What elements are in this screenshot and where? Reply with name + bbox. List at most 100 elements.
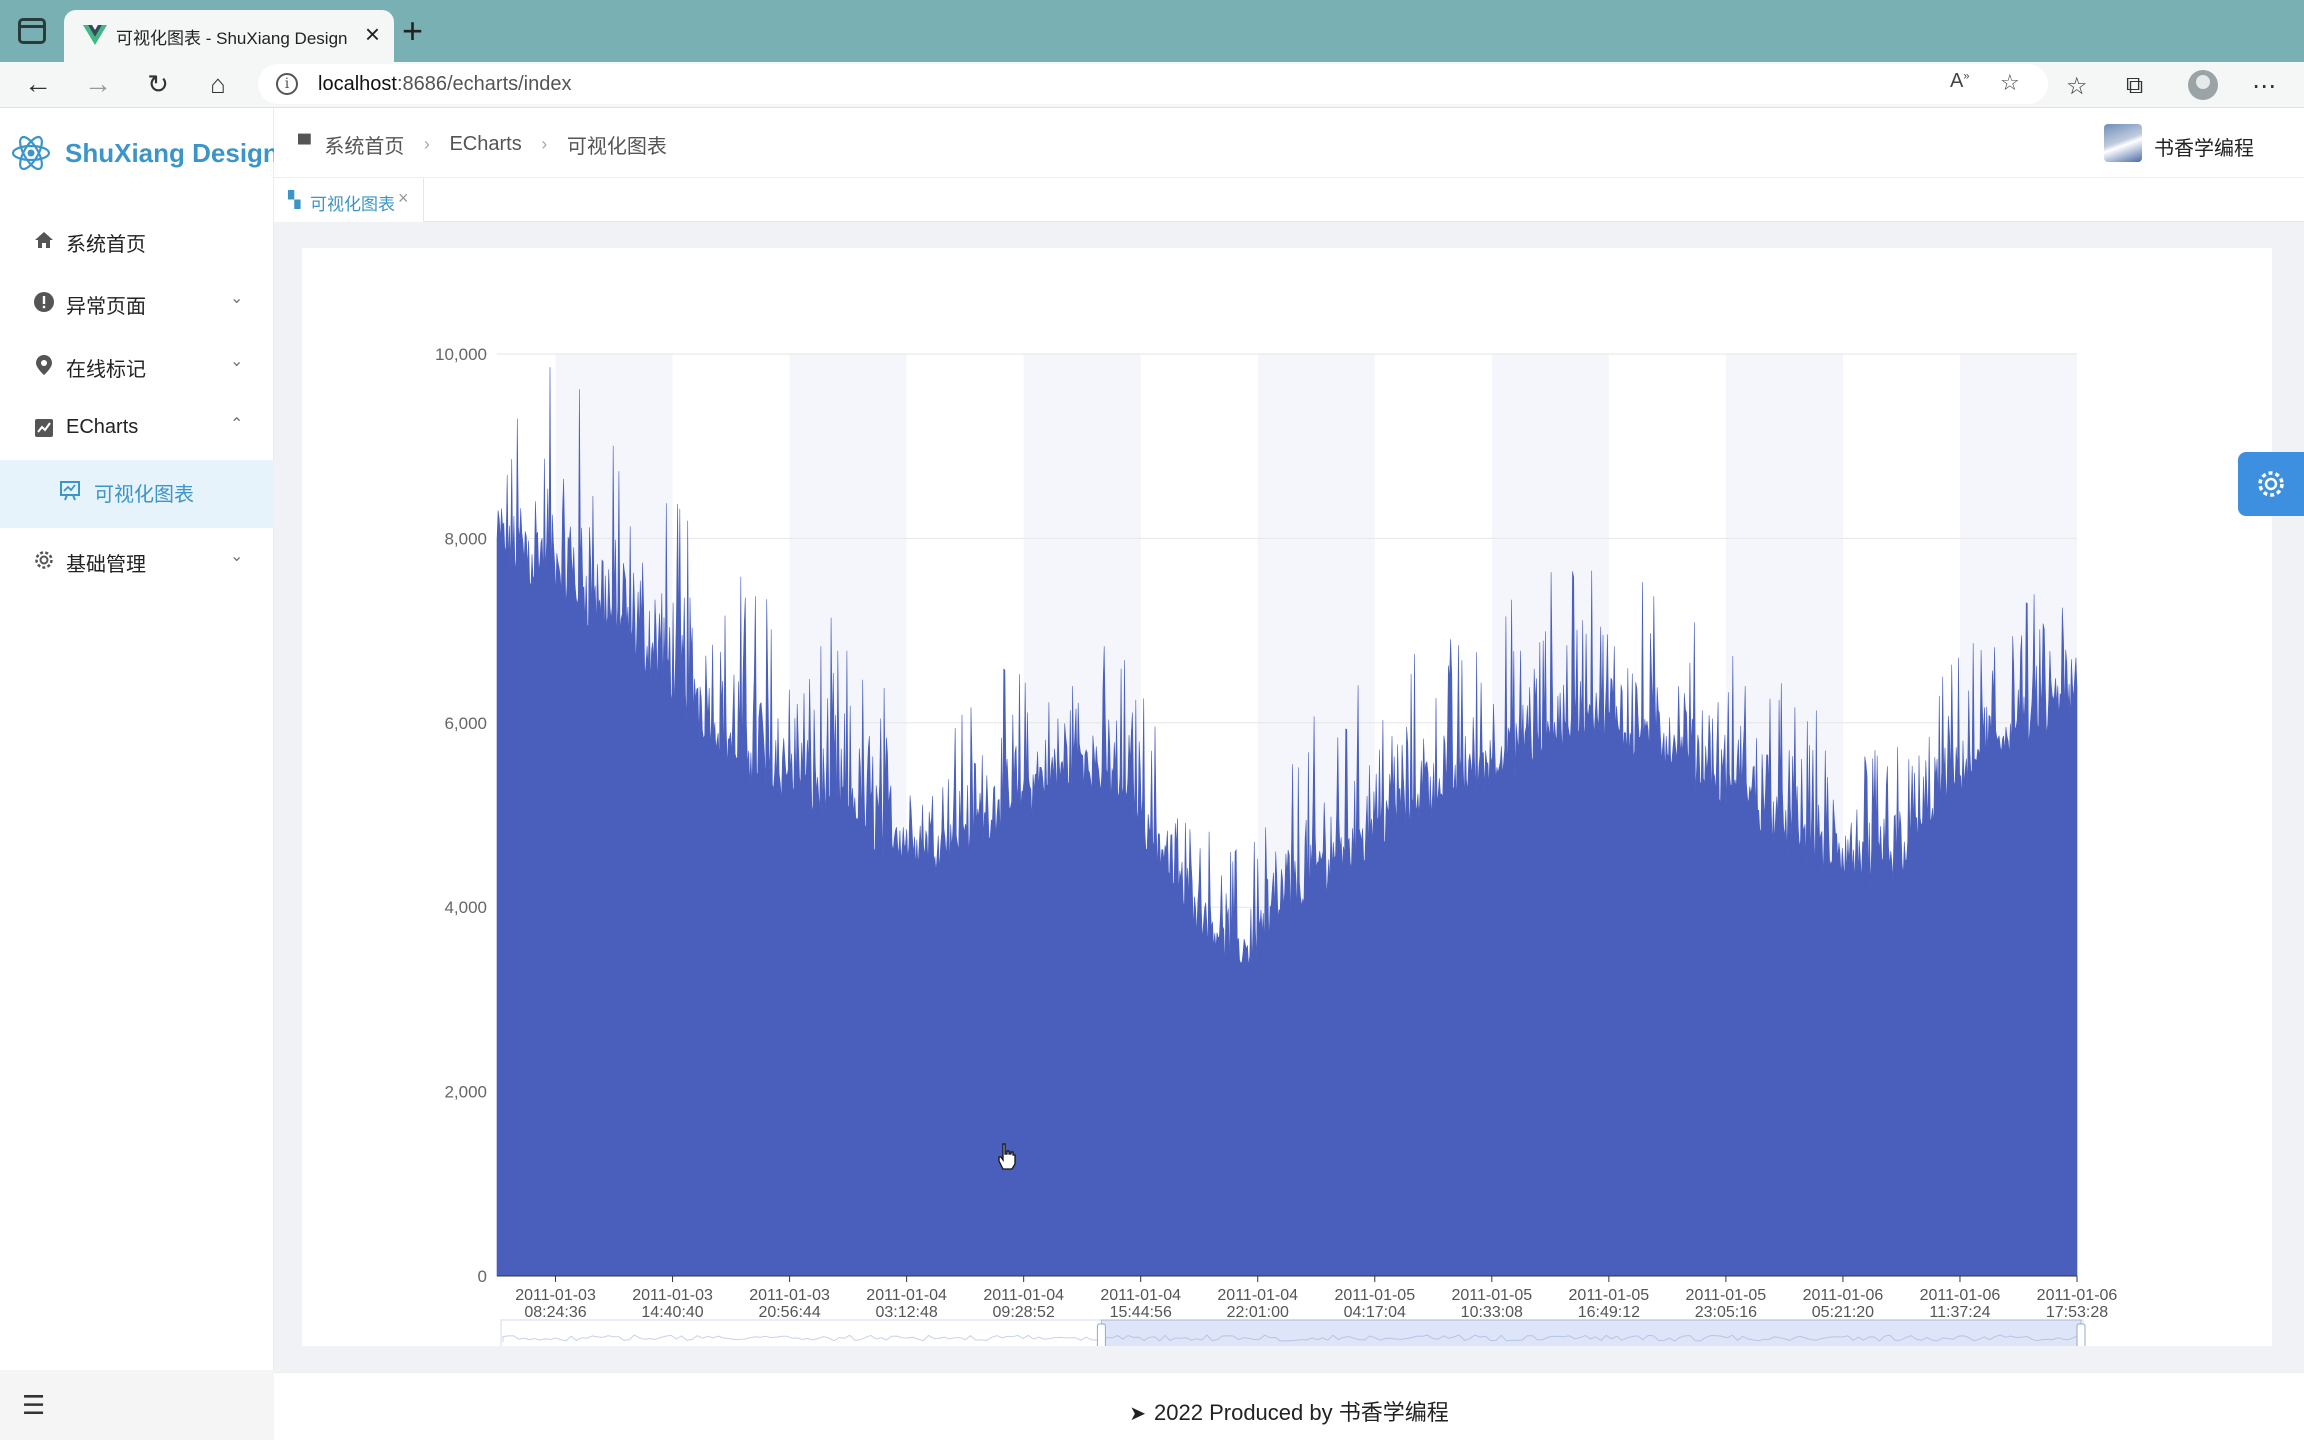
x-tick-label: 10:33:08	[1461, 1304, 1523, 1321]
vue-logo-icon	[83, 25, 107, 45]
location-pin-icon	[32, 354, 56, 378]
x-tick-label: 11:37:24	[1929, 1304, 1990, 1321]
sidebar-item-label: 可视化图表	[94, 484, 194, 506]
sidebar-toggle-icon[interactable]	[18, 18, 46, 44]
data-zoom-handle-right[interactable]	[2076, 1323, 2086, 1346]
add-favorite-icon[interactable]: ☆	[2000, 70, 2020, 96]
browser-tab-bar: 可视化图表 - ShuXiang Design × +	[0, 0, 2304, 62]
sidebar-item-basic-management[interactable]: 基础管理 ⌄	[0, 530, 274, 592]
url-field[interactable]: i localhost:8686/echarts/index A» ☆	[258, 64, 2048, 104]
x-tick-label: 2011-01-03	[632, 1287, 713, 1304]
gear-icon	[32, 549, 56, 573]
url-text: localhost:8686/echarts/index	[318, 73, 572, 95]
avatar[interactable]	[2104, 124, 2142, 162]
sidebar-item-visual-charts[interactable]: 可视化图表	[0, 460, 274, 528]
y-tick-label: 4,000	[444, 898, 487, 917]
x-tick-label: 14:40:40	[641, 1304, 703, 1321]
tab-visual-charts[interactable]: ▚ 可视化图表 ×	[274, 178, 424, 222]
y-tick-label: 10,000	[435, 345, 487, 364]
chevron-down-icon: ⌄	[230, 353, 244, 370]
x-tick-label: 2011-01-05	[1569, 1287, 1650, 1304]
tab-label: 可视化图表	[310, 195, 395, 214]
logo-text: ShuXiang Design	[65, 138, 279, 168]
x-tick-label: 05:21:20	[1812, 1304, 1874, 1321]
breadcrumb-separator-icon: ›	[423, 133, 430, 154]
x-tick-label: 2011-01-06	[1803, 1287, 1884, 1304]
x-tick-label: 17:53:28	[2046, 1304, 2108, 1321]
app-logo[interactable]: ShuXiang Design	[10, 122, 279, 182]
chevron-down-icon: ⌄	[230, 290, 244, 307]
profile-avatar-icon[interactable]	[2188, 70, 2218, 100]
breadcrumb-item[interactable]: ECharts	[449, 133, 521, 156]
x-tick-label: 08:24:36	[524, 1304, 586, 1321]
area-chart[interactable]: 02,0004,0006,0008,00010,0002011-01-0308:…	[302, 248, 2272, 1346]
gear-icon	[2258, 471, 2284, 497]
x-tick-label: 2011-01-04	[866, 1287, 947, 1304]
sidebar-collapse-area: ☰	[0, 1370, 274, 1440]
user-name[interactable]: 书香学编程	[2154, 132, 2254, 161]
settings-button[interactable]	[2238, 452, 2304, 516]
y-tick-label: 8,000	[444, 529, 487, 548]
read-aloud-icon[interactable]: A»	[1950, 70, 1969, 93]
chevron-down-icon: ⌄	[230, 548, 244, 565]
back-icon[interactable]: ←	[18, 64, 58, 104]
reload-icon[interactable]: ↻	[138, 64, 178, 104]
data-zoom-handle-left[interactable]	[1096, 1323, 1106, 1346]
sidebar-item-error-pages[interactable]: 异常页面 ⌄	[0, 272, 274, 334]
sidebar-item-label: ECharts	[66, 416, 139, 438]
grid-icon: ▚	[288, 192, 301, 209]
y-tick-label: 6,000	[444, 714, 487, 733]
x-tick-label: 04:17:04	[1344, 1304, 1406, 1321]
x-tick-label: 2011-01-03	[749, 1287, 830, 1304]
collections-icon[interactable]: ⧉	[2126, 72, 2143, 100]
close-tab-icon[interactable]: ×	[365, 20, 380, 48]
data-zoom-window[interactable]	[1100, 1319, 2082, 1346]
home-icon[interactable]: ⌂	[198, 64, 238, 104]
favorites-icon[interactable]: ☆	[2066, 72, 2088, 101]
forward-icon[interactable]: →	[78, 64, 118, 104]
breadcrumb-item: 可视化图表	[566, 136, 667, 158]
app-header: ▀ 系统首页 › ECharts › 可视化图表 书香学编程	[274, 108, 2304, 178]
chevron-up-icon: ⌃	[230, 416, 244, 433]
browser-tab-title: 可视化图表 - ShuXiang Design	[116, 29, 348, 48]
sidebar-item-echarts[interactable]: ECharts ⌃	[0, 398, 274, 460]
home-icon	[32, 229, 56, 253]
sidebar: ShuXiang Design 系统首页 异常页面 ⌄ 在线标记 ⌄ EChar…	[0, 108, 279, 1440]
more-menu-icon[interactable]: ⋯	[2252, 72, 2276, 101]
x-tick-label: 22:01:00	[1227, 1304, 1289, 1321]
x-tick-label: 2011-01-03	[515, 1287, 596, 1304]
close-icon[interactable]: ×	[398, 188, 409, 209]
breadcrumb: ▀ 系统首页 › ECharts › 可视化图表	[298, 130, 667, 159]
sidebar-item-online-markers[interactable]: 在线标记 ⌄	[0, 335, 274, 397]
x-tick-label: 2011-01-06	[2037, 1287, 2118, 1304]
sidebar-item-label: 基础管理	[66, 554, 146, 576]
sidebar-item-label: 系统首页	[66, 234, 146, 256]
sidebar-item-label: 异常页面	[66, 296, 146, 318]
x-tick-label: 16:49:12	[1578, 1304, 1640, 1321]
monitor-icon: ▀	[298, 133, 311, 154]
collapse-menu-icon[interactable]: ☰	[22, 1390, 45, 1421]
browser-tab[interactable]: 可视化图表 - ShuXiang Design ×	[64, 10, 394, 62]
x-tick-label: 09:28:52	[993, 1304, 1055, 1321]
x-tick-label: 23:05:16	[1695, 1304, 1757, 1321]
x-tick-label: 2011-01-05	[1686, 1287, 1767, 1304]
atom-logo-icon	[11, 135, 51, 171]
hand-cursor-icon	[998, 1143, 1016, 1170]
site-info-icon[interactable]: i	[276, 73, 298, 95]
chart-icon	[32, 417, 56, 441]
x-tick-label: 2011-01-04	[1217, 1287, 1298, 1304]
presentation-chart-icon	[58, 479, 82, 503]
y-tick-label: 0	[478, 1267, 487, 1286]
page-tabs-bar: ▚ 可视化图表 ×	[274, 178, 2304, 222]
breadcrumb-item[interactable]: 系统首页	[324, 130, 404, 159]
x-tick-label: 2011-01-06	[1920, 1287, 2001, 1304]
chart-card: 0 2,000 4,000 6,000 8,000 10,000 2011-01-03 08:…	[302, 248, 2272, 1346]
sidebar-item-home[interactable]: 系统首页	[0, 210, 274, 272]
x-tick-label: 2011-01-04	[1100, 1287, 1181, 1304]
y-tick-label: 2,000	[444, 1083, 487, 1102]
x-tick-label: 15:44:56	[1110, 1304, 1172, 1321]
new-tab-icon[interactable]: +	[402, 12, 423, 50]
x-tick-label: 2011-01-04	[983, 1287, 1064, 1304]
main-content: 0 2,000 4,000 6,000 8,000 10,000 2011-01-03 08:…	[274, 222, 2304, 1372]
x-tick-label: 20:56:44	[758, 1304, 820, 1321]
